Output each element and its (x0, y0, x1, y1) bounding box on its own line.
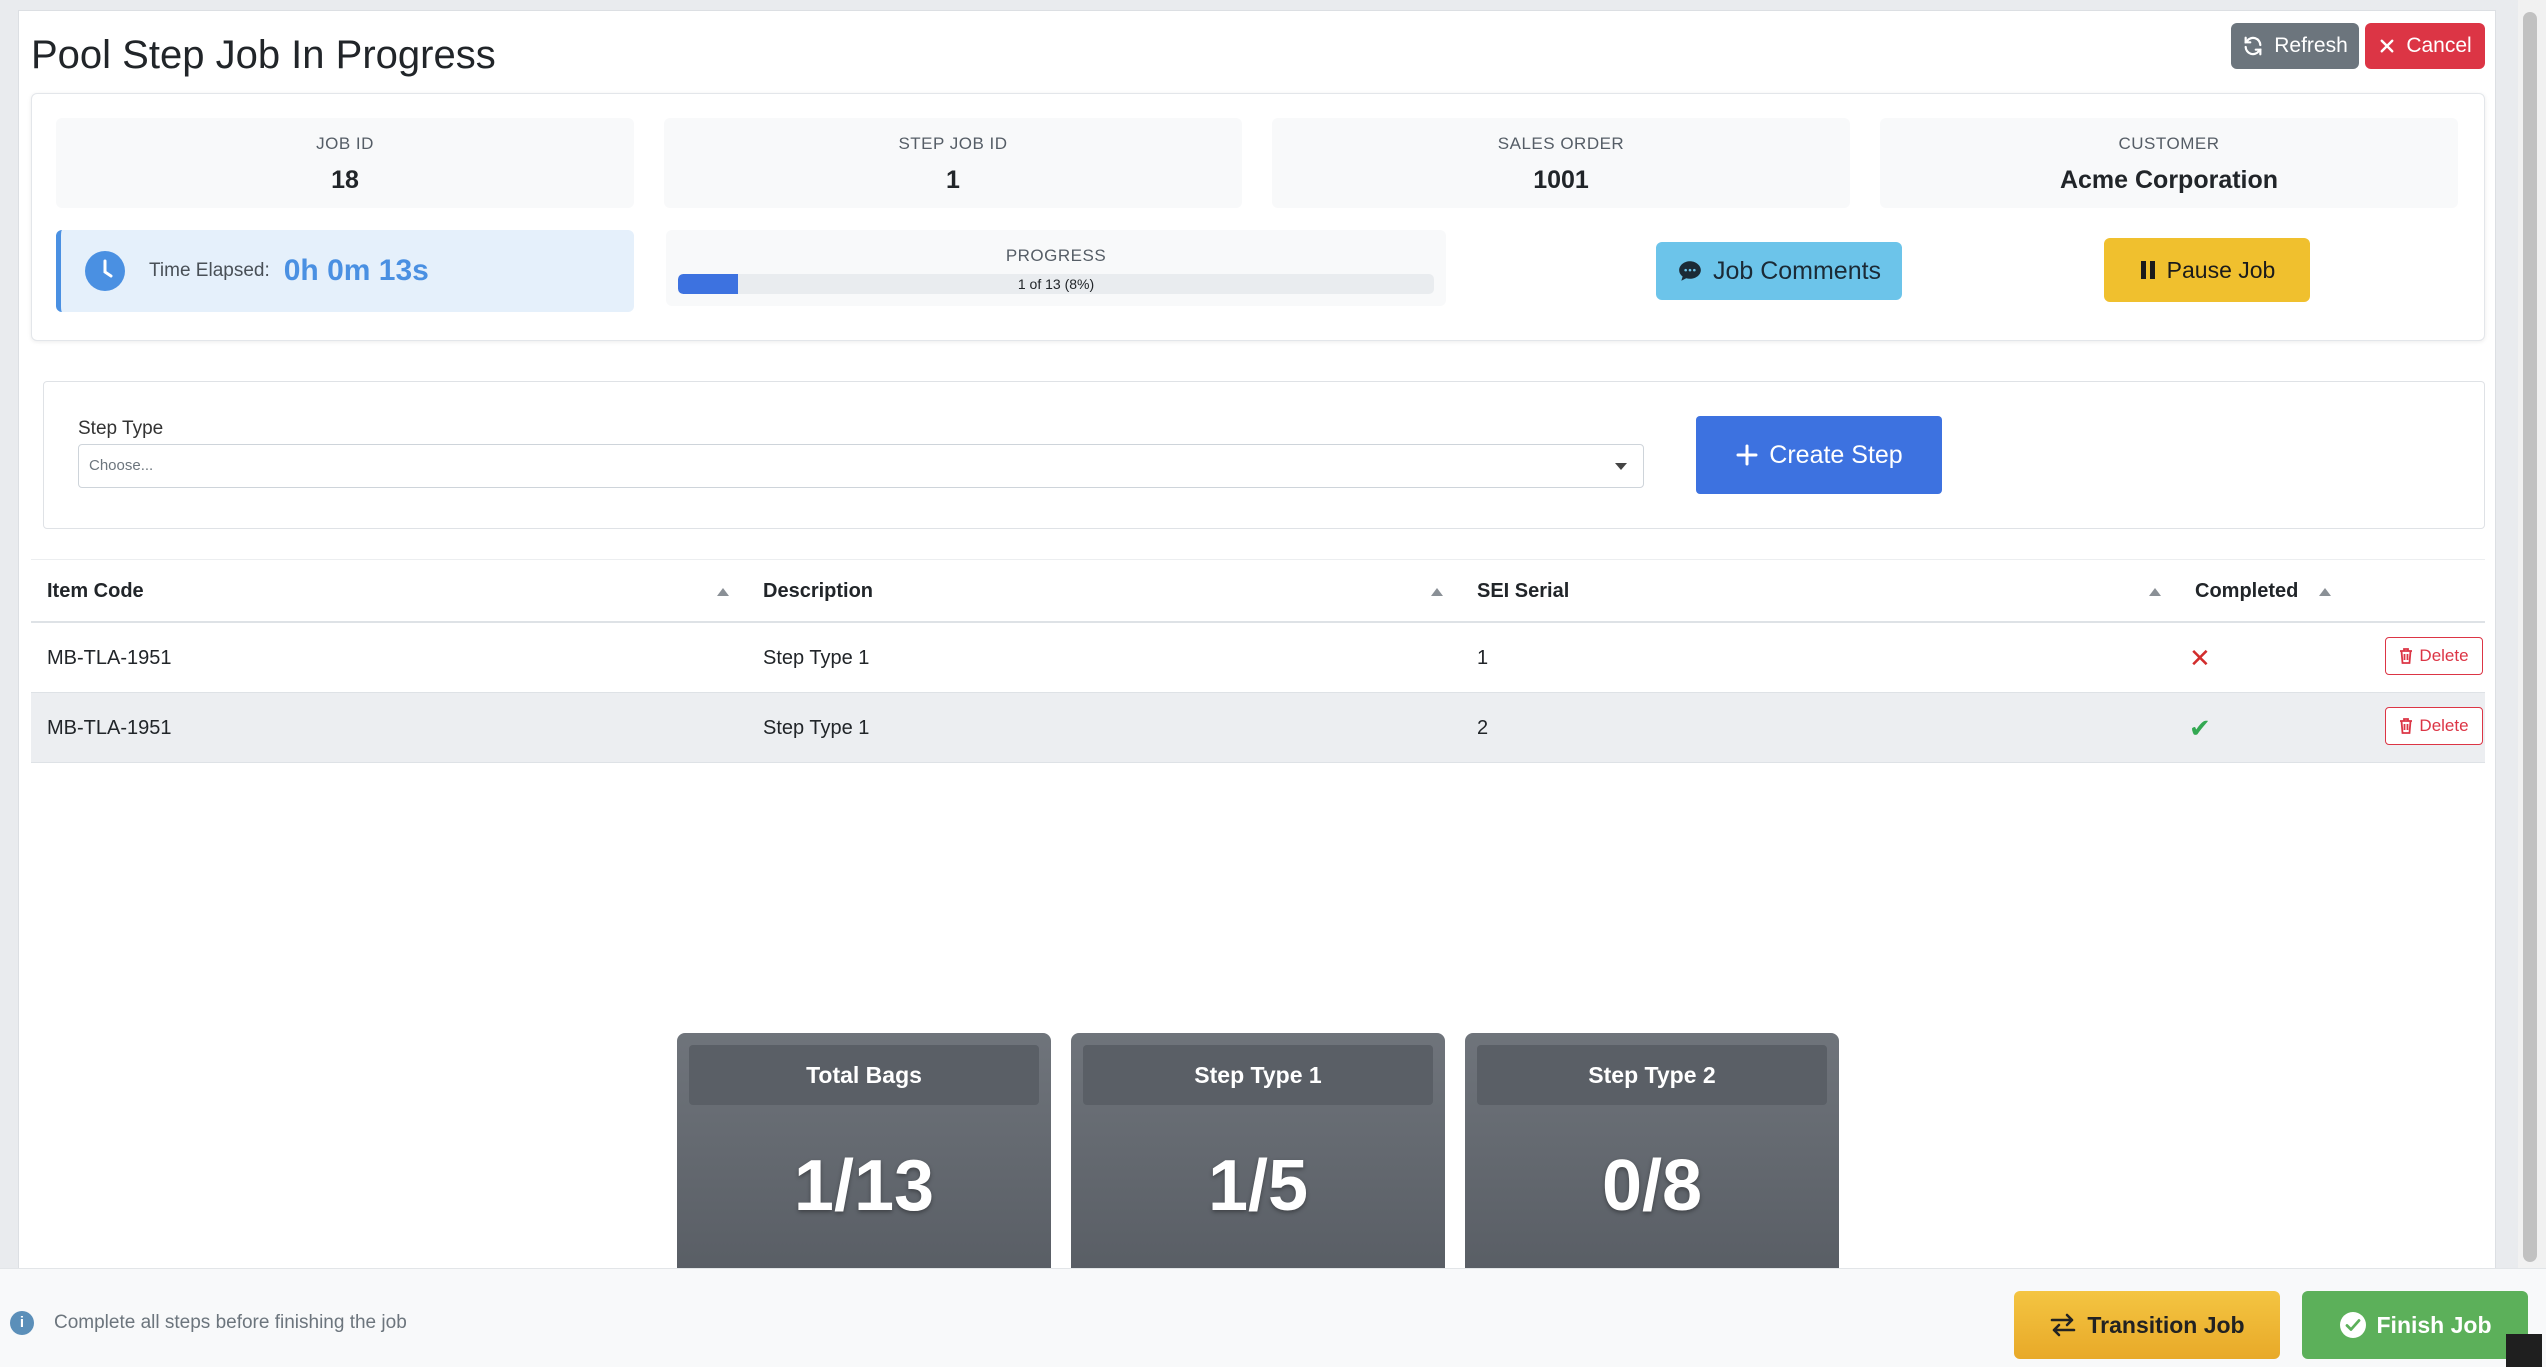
page-title: Pool Step Job In Progress (31, 33, 496, 77)
cell-sei-serial: 1 (1477, 647, 1489, 669)
job-comments-label: Job Comments (1712, 256, 1882, 285)
delete-label: Delete (2419, 716, 2469, 735)
step-type-select[interactable]: Choose... (78, 444, 1644, 488)
steps-table: Item Code Description SEI Serial Complet… (31, 559, 2485, 763)
table-row: MB-TLA-1951 Step Type 1 2 ✔ Delete (31, 693, 2485, 763)
table-row: MB-TLA-1951 Step Type 1 1 ✕ Delete (31, 623, 2485, 693)
trash-icon (2400, 648, 2413, 664)
plus-icon (1736, 444, 1758, 466)
clock-icon (85, 251, 125, 291)
cell-item-code: MB-TLA-1951 (47, 717, 172, 739)
table-header: Item Code Description SEI Serial Complet… (31, 559, 2485, 623)
footer-message-text: Complete all steps before finishing the … (54, 1312, 407, 1333)
scrollbar-thumb[interactable] (2523, 12, 2537, 1262)
footer-message: i Complete all steps before finishing th… (10, 1311, 407, 1335)
cell-item-code: MB-TLA-1951 (47, 647, 172, 669)
stat-label: JOB ID (316, 134, 374, 153)
cancel-label: Cancel (2406, 34, 2472, 57)
finish-job-button[interactable]: Finish Job (2302, 1291, 2528, 1359)
transfer-icon (2051, 1313, 2076, 1337)
sort-icon[interactable] (717, 588, 729, 596)
sort-icon[interactable] (2319, 588, 2331, 596)
total-bags-tile: Total Bags 1/13 (677, 1033, 1051, 1281)
not-completed-icon: ✕ (2189, 643, 2211, 673)
stat-value: 18 (331, 166, 359, 194)
step-type-label: Step Type (78, 418, 164, 439)
job-comments-button[interactable]: Job Comments (1656, 242, 1902, 300)
tile-title: Total Bags (689, 1045, 1039, 1105)
refresh-button[interactable]: Refresh (2231, 23, 2359, 69)
page-scrollbar[interactable] (2518, 0, 2546, 1367)
delete-button[interactable]: Delete (2385, 637, 2483, 675)
sort-icon[interactable] (1431, 588, 1443, 596)
cell-sei-serial: 2 (1477, 717, 1489, 739)
step-type-placeholder: Choose... (89, 457, 154, 474)
pause-job-button[interactable]: Pause Job (2104, 238, 2310, 302)
stat-label: SALES ORDER (1497, 134, 1625, 153)
create-step-label: Create Step (1769, 440, 1903, 469)
cancel-button[interactable]: Cancel (2365, 23, 2485, 69)
step-type-1-tile: Step Type 1 1/5 (1071, 1033, 1445, 1281)
check-circle-icon (2339, 1312, 2366, 1338)
pause-icon (2140, 261, 2155, 279)
time-elapsed-panel: Time Elapsed: 0h 0m 13s (56, 230, 634, 312)
completed-check-icon: ✔ (2189, 713, 2211, 743)
stat-sales-order: SALES ORDER 1001 (1272, 118, 1850, 208)
corner-widget (2506, 1334, 2542, 1367)
trash-icon (2400, 718, 2413, 734)
column-header-sei-serial[interactable]: SEI Serial (1477, 580, 1569, 603)
delete-button[interactable]: Delete (2385, 707, 2483, 745)
chevron-down-icon (1615, 463, 1627, 470)
pause-job-label: Pause Job (2166, 256, 2276, 283)
create-step-button[interactable]: Create Step (1696, 416, 1942, 494)
time-elapsed-label: Time Elapsed: (149, 260, 270, 281)
finish-job-label: Finish Job (2376, 1311, 2492, 1338)
create-step-card: Step Type Choose... Create Step (43, 381, 2485, 529)
job-info-card: JOB ID 18 STEP JOB ID 1 SALES ORDER 1001… (31, 93, 2485, 341)
delete-label: Delete (2419, 646, 2469, 665)
column-header-item-code[interactable]: Item Code (47, 580, 144, 603)
stat-customer: CUSTOMER Acme Corporation (1880, 118, 2458, 208)
close-icon (2380, 39, 2394, 53)
cell-description: Step Type 1 (763, 647, 870, 669)
column-header-description[interactable]: Description (763, 580, 873, 603)
tile-title: Step Type 2 (1477, 1045, 1827, 1105)
progress-text: 1 of 13 (8%) (1017, 276, 1095, 292)
stat-label: STEP JOB ID (898, 134, 1008, 153)
stat-label: CUSTOMER (2118, 134, 2220, 153)
sort-icon[interactable] (2149, 588, 2161, 596)
stat-job-id: JOB ID 18 (56, 118, 634, 208)
tile-value: 1/5 (1207, 1146, 1309, 1226)
page-container: Pool Step Job In Progress Refresh Cancel… (18, 10, 2496, 1281)
comment-icon (1679, 261, 1701, 281)
stat-value: Acme Corporation (2059, 166, 2279, 194)
progress-bar: 1 of 13 (8%) (678, 274, 1434, 294)
footer-bar: i Complete all steps before finishing th… (0, 1268, 2546, 1367)
stat-value: 1 (946, 166, 960, 194)
tile-value: 1/13 (793, 1146, 935, 1226)
time-elapsed-value: 0h 0m 13s (283, 254, 429, 287)
progress-panel: PROGRESS 1 of 13 (8%) (666, 230, 1446, 306)
transition-job-button[interactable]: Transition Job (2014, 1291, 2280, 1359)
cell-description: Step Type 1 (763, 717, 870, 739)
step-type-2-tile: Step Type 2 0/8 (1465, 1033, 1839, 1281)
transition-job-label: Transition Job (2087, 1311, 2245, 1338)
column-header-completed[interactable]: Completed (2195, 580, 2298, 603)
stat-step-job-id: STEP JOB ID 1 (664, 118, 1242, 208)
refresh-icon (2244, 36, 2262, 56)
refresh-label: Refresh (2274, 34, 2348, 57)
progress-label: PROGRESS (1005, 246, 1107, 265)
tile-title: Step Type 1 (1083, 1045, 1433, 1105)
info-icon: i (10, 1311, 34, 1335)
stat-value: 1001 (1533, 166, 1589, 194)
tile-value: 0/8 (1601, 1146, 1703, 1226)
